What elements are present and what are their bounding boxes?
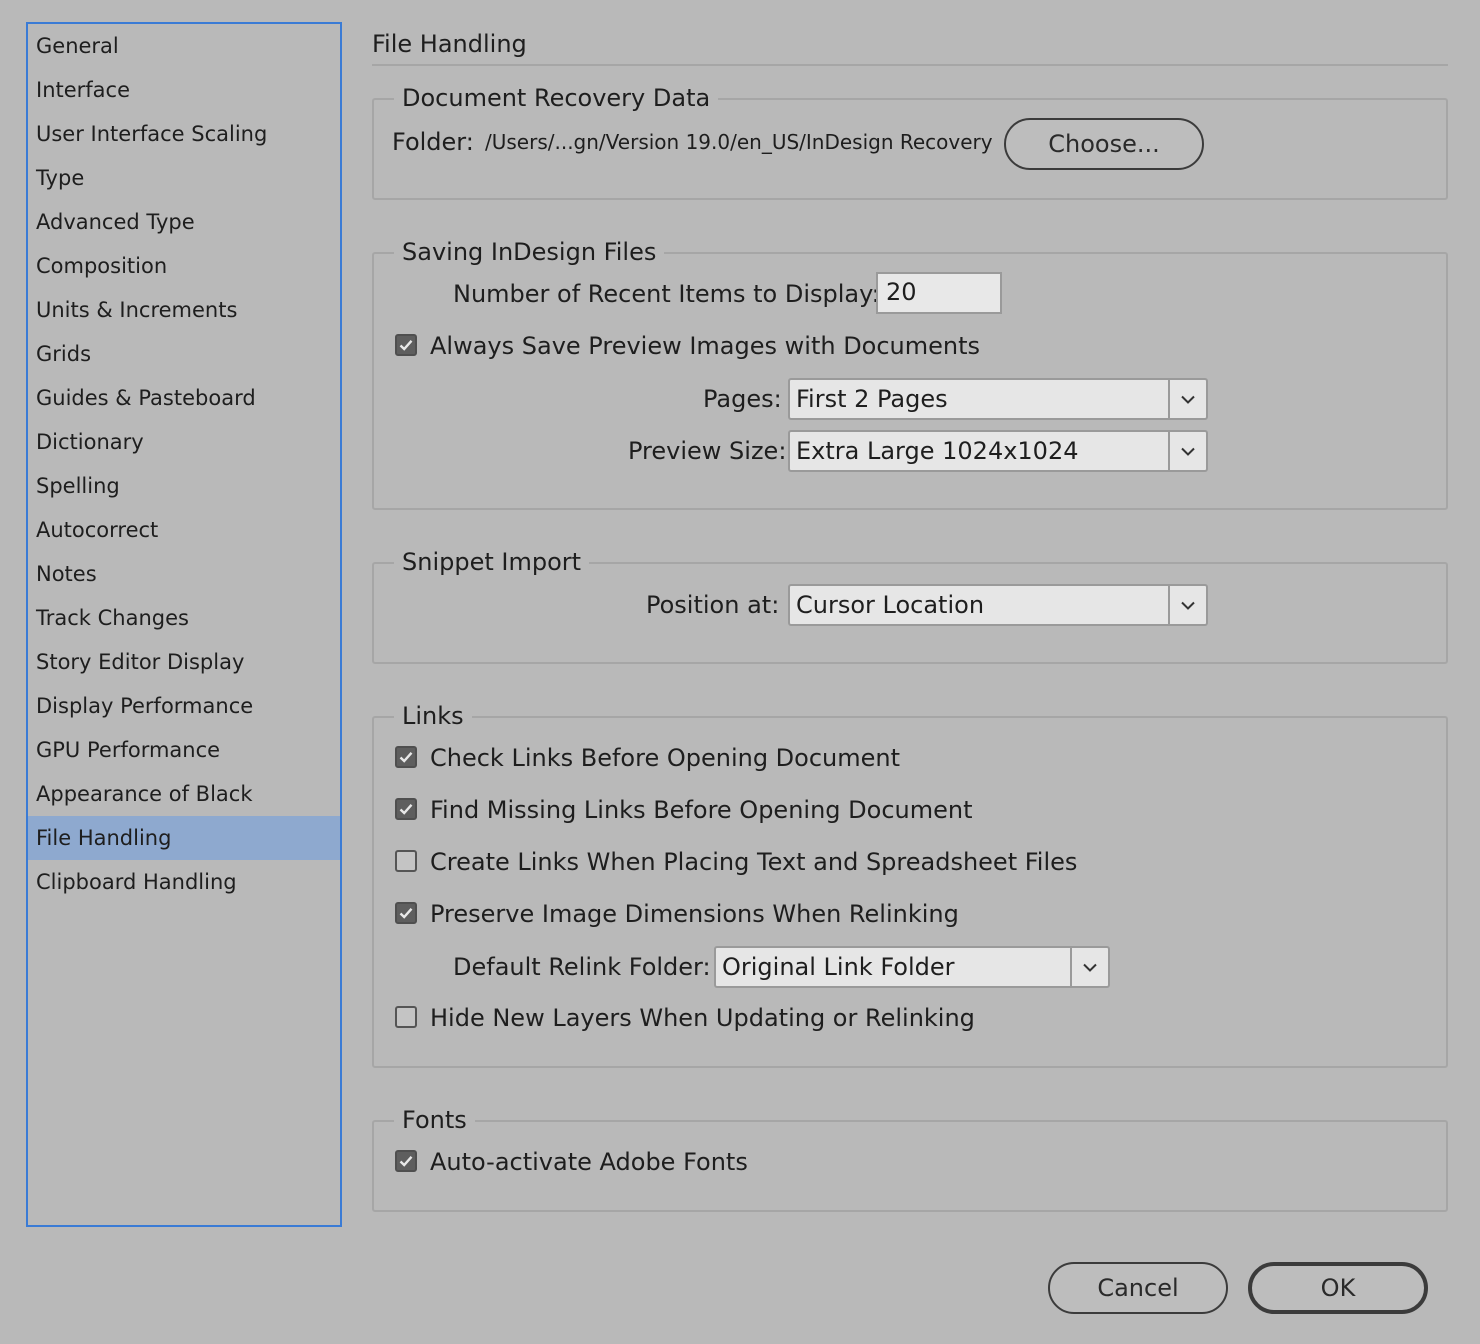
chevron-down-icon[interactable] xyxy=(1168,380,1206,418)
preferences-category-list[interactable]: General Interface User Interface Scaling… xyxy=(26,22,342,1227)
title-divider xyxy=(372,64,1448,66)
checkmark-icon xyxy=(399,908,413,919)
find-missing-links-checkbox[interactable] xyxy=(395,798,417,820)
sidebar-item-autocorrect[interactable]: Autocorrect xyxy=(28,508,340,552)
sidebar-item-gpu-performance[interactable]: GPU Performance xyxy=(28,728,340,772)
sidebar-item-interface[interactable]: Interface xyxy=(28,68,340,112)
sidebar-item-spelling[interactable]: Spelling xyxy=(28,464,340,508)
hide-new-layers-checkbox[interactable] xyxy=(395,1006,417,1028)
pages-dropdown-value: First 2 Pages xyxy=(796,385,948,413)
preview-size-dropdown-value: Extra Large 1024x1024 xyxy=(796,437,1079,465)
links-legend: Links xyxy=(394,700,472,732)
sidebar-item-notes[interactable]: Notes xyxy=(28,552,340,596)
always-save-preview-label: Always Save Preview Images with Document… xyxy=(430,332,981,360)
sidebar-item-story-editor-display[interactable]: Story Editor Display xyxy=(28,640,340,684)
recovery-legend: Document Recovery Data xyxy=(394,82,719,114)
position-at-dropdown[interactable]: Cursor Location xyxy=(788,584,1208,626)
file-handling-panel: File Handling Document Recovery Data Fol… xyxy=(372,0,1448,1344)
hide-new-layers-label: Hide New Layers When Updating or Relinki… xyxy=(430,1004,975,1032)
recent-items-input[interactable]: 20 xyxy=(876,272,1002,314)
checkmark-icon xyxy=(399,340,413,351)
preview-size-label: Preview Size: xyxy=(628,437,787,465)
sidebar-item-file-handling[interactable]: File Handling xyxy=(28,816,340,860)
folder-label: Folder: xyxy=(392,128,474,156)
create-links-label: Create Links When Placing Text and Sprea… xyxy=(430,848,1078,876)
saving-group: Saving InDesign Files Number of Recent I… xyxy=(372,236,1448,510)
saving-legend: Saving InDesign Files xyxy=(394,236,665,268)
sidebar-item-advanced-type[interactable]: Advanced Type xyxy=(28,200,340,244)
chevron-down-icon[interactable] xyxy=(1070,948,1108,986)
position-at-dropdown-value: Cursor Location xyxy=(796,591,985,619)
sidebar-item-dictionary[interactable]: Dictionary xyxy=(28,420,340,464)
pages-label: Pages: xyxy=(703,385,782,413)
recovery-folder-path: /Users/...gn/Version 19.0/en_US/InDesign… xyxy=(485,130,993,154)
sidebar-item-guides-pasteboard[interactable]: Guides & Pasteboard xyxy=(28,376,340,420)
relink-folder-dropdown[interactable]: Original Link Folder xyxy=(714,946,1110,988)
snippet-legend: Snippet Import xyxy=(394,546,590,578)
choose-folder-button[interactable]: Choose... xyxy=(1004,118,1204,170)
snippet-group: Snippet Import Position at: Cursor Locat… xyxy=(372,546,1448,664)
sidebar-item-general[interactable]: General xyxy=(28,24,340,68)
sidebar-item-composition[interactable]: Composition xyxy=(28,244,340,288)
preserve-dimensions-checkbox[interactable] xyxy=(395,902,417,924)
create-links-checkbox[interactable] xyxy=(395,850,417,872)
relink-folder-label: Default Relink Folder: xyxy=(453,953,711,981)
relink-folder-dropdown-value: Original Link Folder xyxy=(722,953,955,981)
pages-dropdown[interactable]: First 2 Pages xyxy=(788,378,1208,420)
chevron-down-icon[interactable] xyxy=(1168,432,1206,470)
auto-activate-fonts-checkbox[interactable] xyxy=(395,1150,417,1172)
position-at-label: Position at: xyxy=(646,591,780,619)
sidebar-item-display-performance[interactable]: Display Performance xyxy=(28,684,340,728)
page-title: File Handling xyxy=(372,30,527,58)
sidebar-item-units-increments[interactable]: Units & Increments xyxy=(28,288,340,332)
chevron-down-icon[interactable] xyxy=(1168,586,1206,624)
checkmark-icon xyxy=(399,752,413,763)
preview-size-dropdown[interactable]: Extra Large 1024x1024 xyxy=(788,430,1208,472)
sidebar-item-clipboard-handling[interactable]: Clipboard Handling xyxy=(28,860,340,904)
checkmark-icon xyxy=(399,804,413,815)
sidebar-item-user-interface-scaling[interactable]: User Interface Scaling xyxy=(28,112,340,156)
check-links-checkbox[interactable] xyxy=(395,746,417,768)
check-links-label: Check Links Before Opening Document xyxy=(430,744,901,772)
links-group: Links Check Links Before Opening Documen… xyxy=(372,700,1448,1068)
cancel-button[interactable]: Cancel xyxy=(1048,1262,1228,1314)
always-save-preview-checkbox[interactable] xyxy=(395,334,417,356)
sidebar-item-type[interactable]: Type xyxy=(28,156,340,200)
sidebar-item-grids[interactable]: Grids xyxy=(28,332,340,376)
checkmark-icon xyxy=(399,1156,413,1167)
sidebar-item-track-changes[interactable]: Track Changes xyxy=(28,596,340,640)
recent-items-label: Number of Recent Items to Display: xyxy=(453,280,880,308)
preserve-dimensions-label: Preserve Image Dimensions When Relinking xyxy=(430,900,959,928)
ok-button[interactable]: OK xyxy=(1248,1262,1428,1314)
find-missing-links-label: Find Missing Links Before Opening Docume… xyxy=(430,796,973,824)
fonts-legend: Fonts xyxy=(394,1104,475,1136)
recovery-group: Document Recovery Data Folder: /Users/..… xyxy=(372,82,1448,200)
auto-activate-fonts-label: Auto-activate Adobe Fonts xyxy=(430,1148,748,1176)
sidebar-item-appearance-of-black[interactable]: Appearance of Black xyxy=(28,772,340,816)
fonts-group: Fonts Auto-activate Adobe Fonts xyxy=(372,1104,1448,1212)
